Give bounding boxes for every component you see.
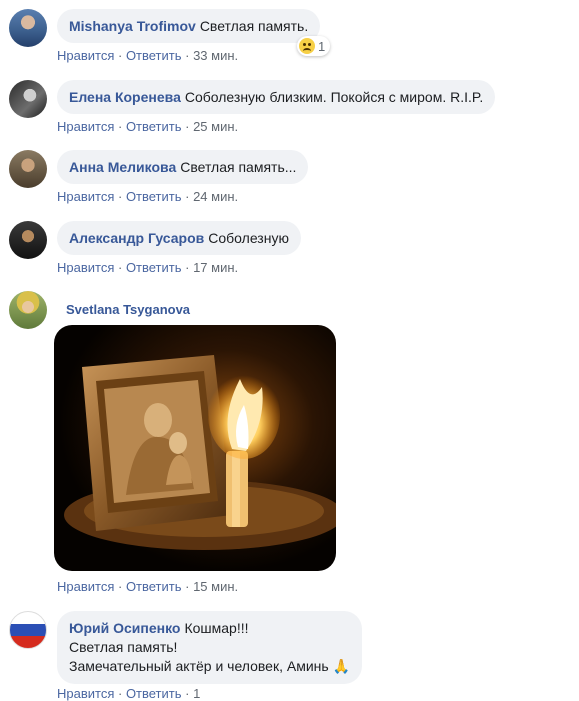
comment-author[interactable]: Александр Гусаров	[69, 230, 204, 246]
sad-reaction-icon	[299, 38, 315, 54]
comment-text: Светлая память!	[69, 639, 178, 655]
comment-time[interactable]: 25 мин.	[193, 119, 238, 134]
avatar[interactable]	[9, 221, 47, 259]
comment-bubble: Александр Гусаров Соболезную	[57, 221, 301, 255]
reaction-badge[interactable]: 1	[297, 36, 331, 56]
like-link[interactable]: Нравится	[57, 189, 114, 204]
comment-bubble: Анна Меликова Светлая память...	[57, 150, 309, 184]
comment-time[interactable]: 15 мин.	[193, 579, 238, 594]
like-link[interactable]: Нравится	[57, 686, 114, 701]
icon-candle-photo	[54, 325, 336, 571]
avatar[interactable]	[9, 291, 47, 329]
comment-photo[interactable]	[54, 325, 336, 571]
reply-link[interactable]: Ответить	[126, 48, 182, 63]
comment-bubble: Елена Коренева Соболезную близким. Покойс…	[57, 80, 496, 114]
comment-text: Соболезную близким. Покойся с миром. R.I…	[184, 89, 484, 105]
comment-author[interactable]: Анна Меликова	[69, 159, 176, 175]
comment-author[interactable]: Юрий Осипенко	[69, 620, 180, 636]
comment-actions: Нравится · Ответить · 25 мин.	[57, 119, 239, 134]
avatar[interactable]	[9, 9, 47, 47]
comment-actions: Нравится · Ответить · 24 мин.	[57, 189, 239, 204]
comment-actions: Нравится · Ответить · 15 мин.	[57, 579, 239, 594]
comment-text: Соболезную	[208, 230, 289, 246]
comment-bubble: Юрий Осипенко Кошмар!!! Светлая память! З…	[57, 611, 362, 684]
comment-text: Светлая память.	[199, 18, 309, 34]
comment-actions: Нравится · Ответить · 17 мин.	[57, 260, 239, 275]
comment-author[interactable]: Mishanya Trofimov	[69, 18, 196, 34]
comment-actions: Нравится · Ответить · 33 мин.	[57, 48, 239, 63]
comment-first-line: Юрий Осипенко Кошмар!!!	[69, 619, 350, 638]
comment-author[interactable]: Елена Коренева	[69, 89, 181, 105]
reaction-count: 1	[318, 38, 326, 54]
comment-time[interactable]: 17 мин.	[193, 260, 238, 275]
comment-text: Кошмар!!!	[184, 620, 249, 636]
reply-link[interactable]: Ответить	[126, 260, 182, 275]
like-link[interactable]: Нравится	[57, 48, 114, 63]
avatar[interactable]	[9, 611, 47, 649]
reply-link[interactable]: Ответить	[126, 119, 182, 134]
comment-author[interactable]: Svetlana Tsyganova	[66, 302, 190, 317]
reply-link[interactable]: Ответить	[126, 189, 182, 204]
avatar[interactable]	[9, 150, 47, 188]
comment-text: Светлая память...	[180, 159, 297, 175]
comment-actions: Нравится · Ответить · 1	[57, 686, 201, 701]
like-link[interactable]: Нравится	[57, 579, 114, 594]
comment-text: Замечательный актёр и человек, Аминь 🙏	[69, 658, 350, 674]
comment-time[interactable]: 24 мин.	[193, 189, 238, 204]
comment-bubble: Mishanya Trofimov Светлая память.	[57, 9, 321, 43]
comment-time[interactable]: 1	[193, 686, 200, 701]
reply-link[interactable]: Ответить	[126, 579, 182, 594]
like-link[interactable]: Нравится	[57, 260, 114, 275]
avatar[interactable]	[9, 80, 47, 118]
comment-time[interactable]: 33 мин.	[193, 48, 238, 63]
like-link[interactable]: Нравится	[57, 119, 114, 134]
reply-link[interactable]: Ответить	[126, 686, 182, 701]
